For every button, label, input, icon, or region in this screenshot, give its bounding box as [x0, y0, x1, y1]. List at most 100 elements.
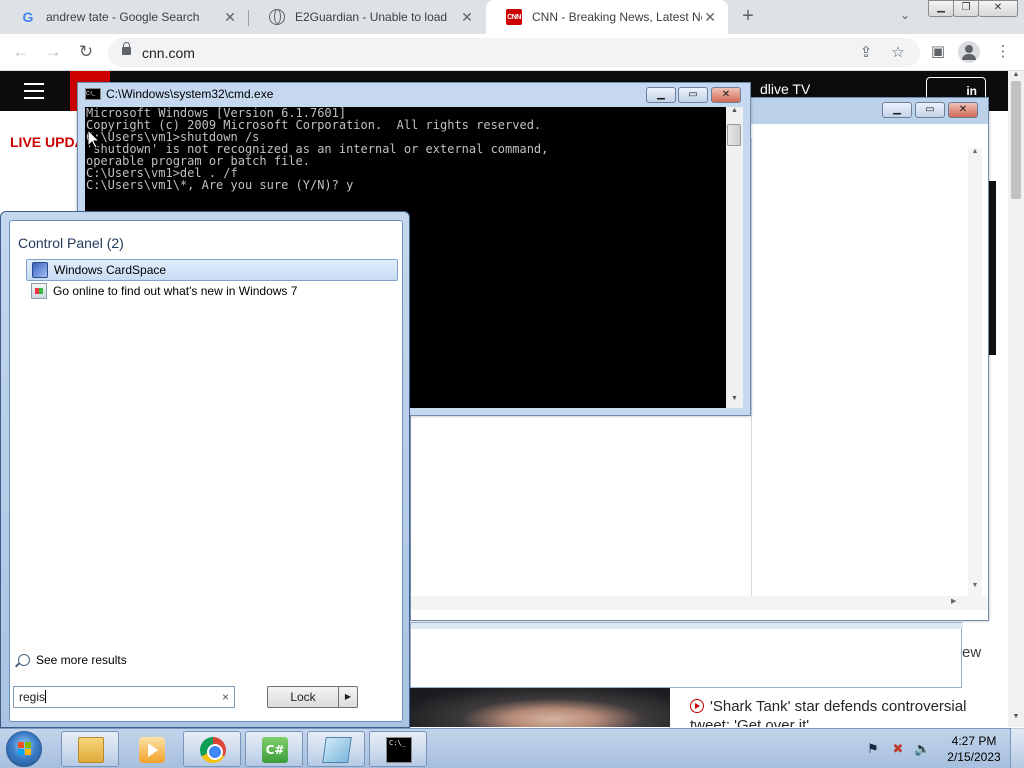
underlying-dialog	[410, 622, 963, 688]
tab-title: E2Guardian - Unable to load web	[295, 10, 449, 24]
partial-text: ew	[962, 644, 982, 661]
browser-toolbar: ← → ↻ cnn.com ⇪ ☆ ▣ ⋮	[0, 34, 1024, 71]
chrome-icon	[200, 737, 226, 763]
lock-icon[interactable]	[122, 42, 131, 55]
scrollbar-thumb[interactable]	[1011, 81, 1021, 199]
cmd-icon: C:\_	[85, 88, 101, 100]
result-whats-new-windows7[interactable]: Go online to find out what's new in Wind…	[26, 280, 398, 302]
windows7-icon	[31, 283, 47, 299]
tab-title: andrew tate - Google Search	[46, 10, 200, 24]
tab-search-button[interactable]: ⌄	[896, 8, 914, 26]
start-search-input[interactable]: regis ×	[13, 686, 235, 708]
volume-icon[interactable]: 🔈	[914, 741, 930, 757]
side-panel-icon[interactable]: ▣	[928, 42, 948, 62]
search-input-value[interactable]: regis	[19, 690, 45, 704]
tab-e2guardian[interactable]: E2Guardian - Unable to load web ✕	[249, 0, 485, 34]
news-photo[interactable]	[410, 687, 670, 727]
taskbar-cmd-button[interactable]: C:\_	[369, 731, 427, 767]
tab-google-search[interactable]: G andrew tate - Google Search ✕	[0, 0, 248, 34]
result-windows-cardspace[interactable]: Windows CardSpace	[26, 259, 398, 281]
taskbar-explorer-button[interactable]	[61, 731, 119, 767]
bookmark-star-icon[interactable]: ☆	[888, 43, 908, 63]
new-tab-button[interactable]: +	[737, 6, 759, 28]
dialog-border	[411, 623, 963, 629]
cnn-icon: CNN	[506, 9, 522, 25]
minimize-button[interactable]: ▁	[882, 102, 912, 118]
scroll-down-arrow-icon[interactable]: ▼	[1008, 713, 1024, 723]
windows-logo-icon	[18, 742, 32, 756]
folder-icon	[78, 737, 104, 763]
scroll-up-arrow-icon[interactable]: ▲	[968, 148, 982, 155]
headline-text[interactable]: 'Shark Tank' star defends controversial …	[690, 698, 966, 727]
maximize-button[interactable]: ▭	[678, 87, 708, 103]
clock-time[interactable]: 4:27 PM	[944, 734, 1004, 748]
close-icon[interactable]: ✕	[222, 9, 238, 25]
see-more-results-link[interactable]: See more results	[18, 653, 127, 667]
taskbar-csharp-button[interactable]: C#	[245, 731, 303, 767]
taskbar-notepad-button[interactable]	[307, 731, 365, 767]
forward-button[interactable]: →	[42, 41, 64, 63]
start-menu: Control Panel (2) Windows CardSpace Go o…	[0, 211, 410, 728]
clock-date[interactable]: 2/15/2023	[944, 750, 1004, 764]
tab-title: CNN - Breaking News, Latest Ne	[532, 10, 703, 24]
share-icon[interactable]: ⇪	[856, 43, 876, 63]
taskbar-media-player-button[interactable]	[122, 731, 180, 767]
result-label: Go online to find out what's new in Wind…	[53, 284, 298, 298]
text-caret	[45, 690, 47, 703]
power-options-arrow-icon[interactable]: ▶	[338, 686, 358, 708]
address-bar[interactable]: cnn.com ⇪ ☆	[108, 38, 920, 67]
scroll-down-arrow-icon[interactable]: ▼	[726, 395, 743, 402]
google-icon: G	[22, 9, 34, 25]
results-group-title[interactable]: Control Panel (2)	[18, 235, 124, 251]
globe-icon	[269, 9, 285, 25]
cmd-scrollbar[interactable]: ▲ ▼	[726, 107, 743, 408]
action-center-icon[interactable]: ⚑	[865, 741, 881, 757]
tab-cnn[interactable]: CNN CNN - Breaking News, Latest Ne ✕	[486, 0, 728, 34]
notepad-icon	[322, 737, 352, 763]
cmd-icon: C:\_	[386, 737, 412, 763]
scroll-down-arrow-icon[interactable]: ▼	[968, 582, 982, 589]
csharp-icon: C#	[262, 737, 288, 763]
close-icon[interactable]: ✕	[702, 9, 718, 25]
close-window-button[interactable]: ✕	[711, 87, 741, 103]
minimize-button[interactable]: ▁	[646, 87, 676, 103]
close-window-button[interactable]: ✕	[978, 0, 1018, 17]
cmd-line: C:\Users\vm1\*, Are you sure (Y/N)? y	[86, 178, 354, 192]
network-disconnected-icon[interactable]: ✖	[890, 741, 906, 757]
live-updates-label[interactable]: LIVE UPDA	[10, 134, 85, 150]
back-button[interactable]: ←	[10, 41, 32, 63]
scroll-up-arrow-icon[interactable]: ▲	[1008, 71, 1024, 81]
content-pane	[751, 138, 986, 598]
search-icon	[18, 654, 30, 666]
vertical-scrollbar[interactable]: ▲ ▼	[968, 148, 982, 598]
scroll-up-arrow-icon[interactable]: ▲	[726, 107, 743, 114]
cnn-nav-link[interactable]: dlive TV	[760, 81, 810, 97]
result-label: Windows CardSpace	[54, 263, 167, 277]
menu-kebab-icon[interactable]: ⋮	[993, 42, 1013, 62]
close-window-button[interactable]: ✕	[948, 102, 978, 118]
restore-button[interactable]: ❐	[953, 0, 979, 17]
lock-button[interactable]: Lock	[267, 686, 339, 708]
maximize-button[interactable]: ▭	[915, 102, 945, 118]
reload-button[interactable]: ↻	[75, 41, 97, 63]
close-icon[interactable]: ✕	[459, 9, 475, 25]
news-headline[interactable]: 'Shark Tank' star defends controversial …	[690, 697, 990, 727]
cardspace-icon	[32, 262, 48, 278]
taskbar: C# C:\_ ⚑ ✖ 🔈 4:27 PM 2/15/2023	[0, 728, 1024, 768]
start-button[interactable]	[6, 731, 42, 767]
scrollbar-thumb[interactable]	[727, 124, 741, 146]
taskbar-chrome-button[interactable]	[183, 731, 241, 767]
clear-search-icon[interactable]: ×	[222, 690, 229, 704]
horizontal-scrollbar[interactable]: ▶	[411, 596, 988, 610]
hamburger-menu-icon[interactable]	[24, 83, 44, 99]
media-player-icon	[139, 737, 165, 763]
scroll-right-arrow-icon[interactable]: ▶	[951, 597, 956, 605]
show-desktop-button[interactable]	[1010, 728, 1024, 768]
browser-tab-strip: G andrew tate - Google Search ✕ E2Guardi…	[0, 0, 1024, 34]
page-scrollbar[interactable]: ▲ ▼	[1008, 71, 1024, 727]
profile-avatar[interactable]	[958, 41, 980, 63]
system-tray: ⚑ ✖ 🔈 4:27 PM 2/15/2023	[862, 729, 1024, 768]
url-text[interactable]: cnn.com	[142, 45, 195, 61]
see-more-label: See more results	[36, 653, 127, 667]
minimize-button[interactable]: ▁	[928, 0, 954, 17]
